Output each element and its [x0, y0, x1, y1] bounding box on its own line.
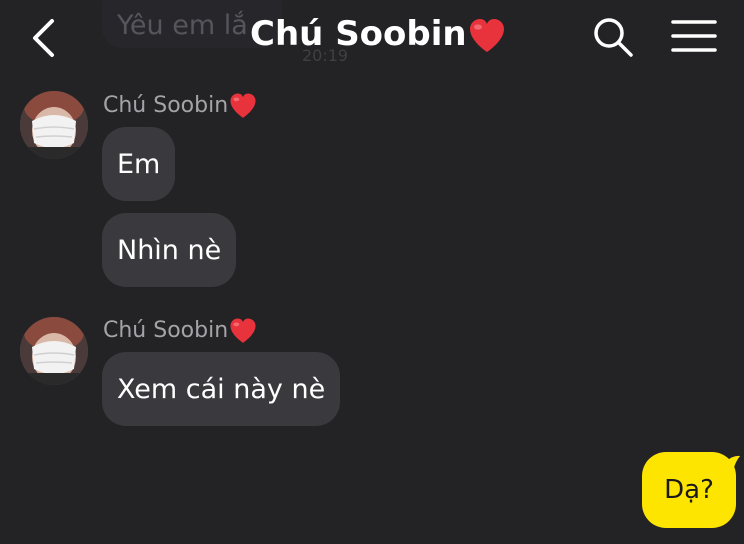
- menu-button[interactable]: [670, 18, 718, 54]
- back-button[interactable]: [26, 16, 66, 60]
- sender-name: Chú Soobin: [103, 92, 258, 120]
- search-button[interactable]: [592, 16, 634, 58]
- avatar-photo: [20, 317, 88, 385]
- chevron-left-icon: [33, 19, 54, 57]
- hamburger-menu-icon: [671, 20, 717, 52]
- incoming-message-bubble[interactable]: Nhìn nè: [102, 213, 237, 287]
- chat-title-text: Chú Soobin: [250, 14, 467, 54]
- incoming-message-bubble[interactable]: Xem cái này nè: [102, 352, 341, 426]
- outgoing-message-bubble[interactable]: Dạ?: [642, 452, 736, 528]
- chat-screen: Yêu em lắ 20:19 Chú Soobin Chú Soobin Em…: [0, 0, 744, 544]
- sender-name: Chú Soobin: [103, 317, 258, 345]
- avatar[interactable]: [20, 91, 88, 159]
- red-heart-icon: [469, 18, 504, 52]
- chat-title: Chú Soobin: [250, 14, 507, 55]
- avatar[interactable]: [20, 317, 88, 385]
- search-icon: [594, 18, 633, 57]
- red-heart-icon: [230, 93, 256, 118]
- chat-header: Chú Soobin: [0, 0, 744, 76]
- incoming-message-bubble[interactable]: Em: [102, 127, 176, 201]
- avatar-photo: [20, 91, 88, 159]
- red-heart-icon: [230, 318, 256, 343]
